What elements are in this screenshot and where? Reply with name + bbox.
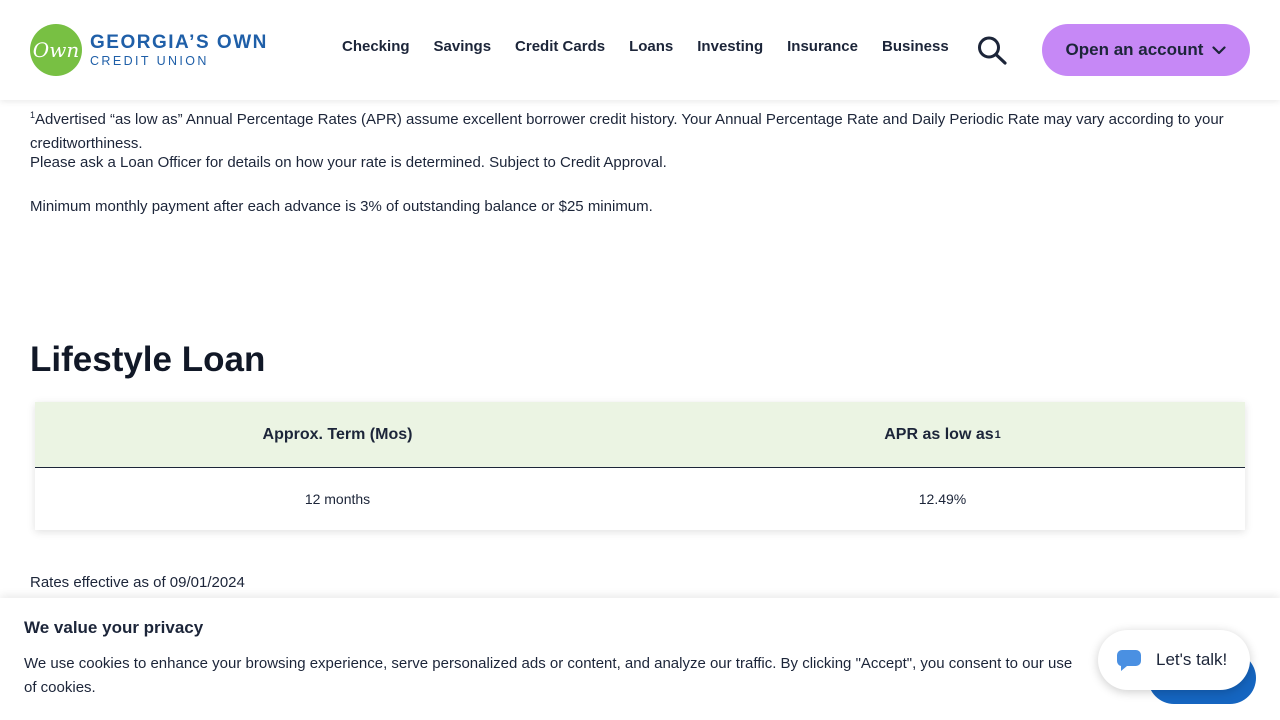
table-header-row: Approx. Term (Mos) APR as low as 1 — [35, 402, 1245, 468]
cookie-text: We use cookies to enhance your browsing … — [24, 655, 1073, 696]
apr-disclaimer: 1Advertised “as low as” Annual Percentag… — [30, 103, 1250, 156]
logo-text: GEORGIA’S OWN CREDIT UNION — [90, 33, 268, 68]
logo-link[interactable]: Own GEORGIA’S OWN CREDIT UNION — [30, 24, 268, 76]
open-account-button[interactable]: Open an account — [1042, 24, 1250, 76]
chat-bubble-icon — [1116, 650, 1141, 671]
nav-checking[interactable]: Checking — [342, 38, 410, 55]
header-term: Approx. Term (Mos) — [262, 425, 413, 443]
table-row: 12 months 12.49% — [35, 468, 1245, 530]
header-footnote: 1 — [994, 428, 1001, 441]
cell-term: 12 months — [304, 491, 371, 507]
main-nav: Checking Savings Credit Cards Loans Inve… — [342, 38, 973, 55]
site-header: Own GEORGIA’S OWN CREDIT UNION Checking … — [0, 0, 1280, 100]
search-button[interactable] — [976, 35, 1008, 65]
table-header-cell: APR as low as 1 — [640, 402, 1245, 467]
cell-apr: 12.49% — [918, 491, 967, 507]
chat-label: Let's talk! — [1156, 650, 1228, 669]
min-payment-note: Minimum monthly payment after each advan… — [30, 198, 653, 215]
logo-badge: Own — [30, 24, 82, 76]
logo-line2: CREDIT UNION — [90, 53, 209, 68]
nav-loans[interactable]: Loans — [629, 38, 673, 55]
header-apr: APR as low as — [884, 425, 994, 443]
nav-investing[interactable]: Investing — [697, 38, 763, 55]
table-header-cell: Approx. Term (Mos) — [35, 402, 640, 467]
chat-launcher[interactable]: Let's talk! — [1098, 630, 1250, 690]
nav-savings[interactable]: Savings — [434, 38, 492, 55]
chevron-down-icon — [1212, 45, 1227, 54]
nav-business[interactable]: Business — [882, 38, 949, 55]
apr-disclaimer-text: Advertised “as low as” Annual Percentage… — [30, 111, 1224, 152]
cookie-title: We value your privacy — [24, 618, 204, 637]
logo-line1: GEORGIA’S OWN — [90, 31, 268, 53]
rates-effective-date: Rates effective as of 09/01/2024 — [30, 574, 245, 591]
rate-table: Approx. Term (Mos) APR as low as 1 12 mon… — [35, 402, 1245, 530]
nav-credit-cards[interactable]: Credit Cards — [515, 38, 605, 55]
open-account-label: Open an account — [1065, 40, 1204, 59]
section-title: Lifestyle Loan — [30, 340, 266, 379]
search-icon — [978, 36, 1007, 65]
loan-officer-note: Please ask a Loan Officer for details on… — [30, 154, 667, 171]
nav-insurance[interactable]: Insurance — [787, 38, 858, 55]
cookie-banner: We value your privacy We use cookies to … — [0, 598, 1280, 720]
